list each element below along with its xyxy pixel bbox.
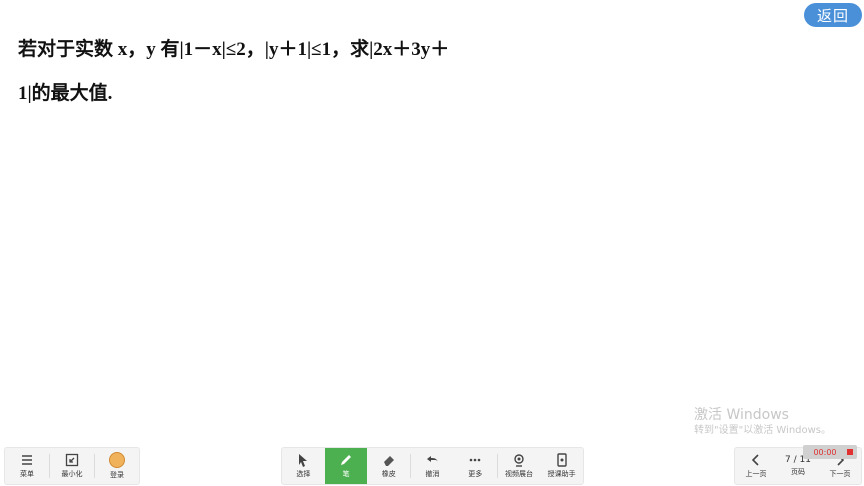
chevron-left-icon (751, 454, 759, 466)
next-label: 下一页 (829, 470, 851, 478)
video-booth-button[interactable]: 视频展台 (498, 448, 541, 484)
login-label: 登录 (110, 471, 124, 479)
login-button[interactable]: 登录 (95, 448, 139, 484)
timer-value: 00:00 (813, 447, 837, 457)
toolbar-left: 菜单 最小化 登录 (4, 447, 140, 485)
pen-tool-button[interactable]: 笔 (324, 448, 368, 484)
minimize-button[interactable]: 最小化 (50, 448, 94, 484)
more-icon (469, 458, 481, 462)
eraser-icon (383, 456, 394, 466)
watermark-subtitle: 转到"设置"以激活 Windows。 (694, 425, 832, 436)
assistant-label: 授课助手 (547, 470, 576, 478)
recording-timer[interactable]: 00:00 (803, 445, 857, 459)
undo-button[interactable]: 撤消 (411, 448, 454, 484)
webcam-icon (514, 454, 524, 467)
pen-label: 笔 (342, 470, 350, 478)
problem-text: 若对于实数 x，y 有|1－x|≤2，|y＋1|≤1，求|2x＋3y＋ 1|的最… (18, 28, 538, 116)
menu-button[interactable]: 菜单 (5, 448, 49, 484)
eraser-label: 橡皮 (381, 470, 396, 478)
minimize-icon (65, 453, 79, 467)
eraser-tool-button[interactable]: 橡皮 (367, 448, 410, 484)
watermark-title: 激活 Windows (694, 407, 789, 423)
back-button[interactable]: 返回 (804, 3, 862, 27)
minimize-label: 最小化 (61, 470, 83, 478)
activate-windows-watermark: 激活 Windows 转到"设置"以激活 Windows。 (694, 406, 831, 438)
problem-line-2: 1|的最大值. (18, 83, 113, 104)
prev-label: 上一页 (745, 470, 767, 478)
more-label: 更多 (468, 470, 483, 478)
phone-icon (556, 453, 567, 467)
page-label: 页码 (791, 468, 805, 476)
avatar (109, 452, 125, 468)
menu-icon (22, 455, 32, 465)
problem-line-1: 若对于实数 x，y 有|1－x|≤2，|y＋1|≤1，求|2x＋3y＋ (18, 39, 450, 60)
undo-label: 撤消 (425, 470, 440, 478)
cursor-icon (299, 454, 308, 467)
toolbar-center: 选择 笔 橡皮 撤消 更多 视频展台 授课助手 (281, 447, 584, 485)
teaching-assistant-button[interactable]: 授课助手 (540, 448, 583, 484)
prev-page-button[interactable]: 上一页 (735, 448, 777, 484)
select-label: 选择 (296, 470, 311, 478)
more-button[interactable]: 更多 (454, 448, 497, 484)
video-label: 视频展台 (504, 470, 533, 478)
undo-icon (426, 456, 438, 464)
select-tool-button[interactable]: 选择 (282, 448, 325, 484)
stop-record-icon[interactable] (847, 449, 853, 455)
pen-icon (341, 455, 352, 465)
menu-label: 菜单 (20, 470, 34, 478)
